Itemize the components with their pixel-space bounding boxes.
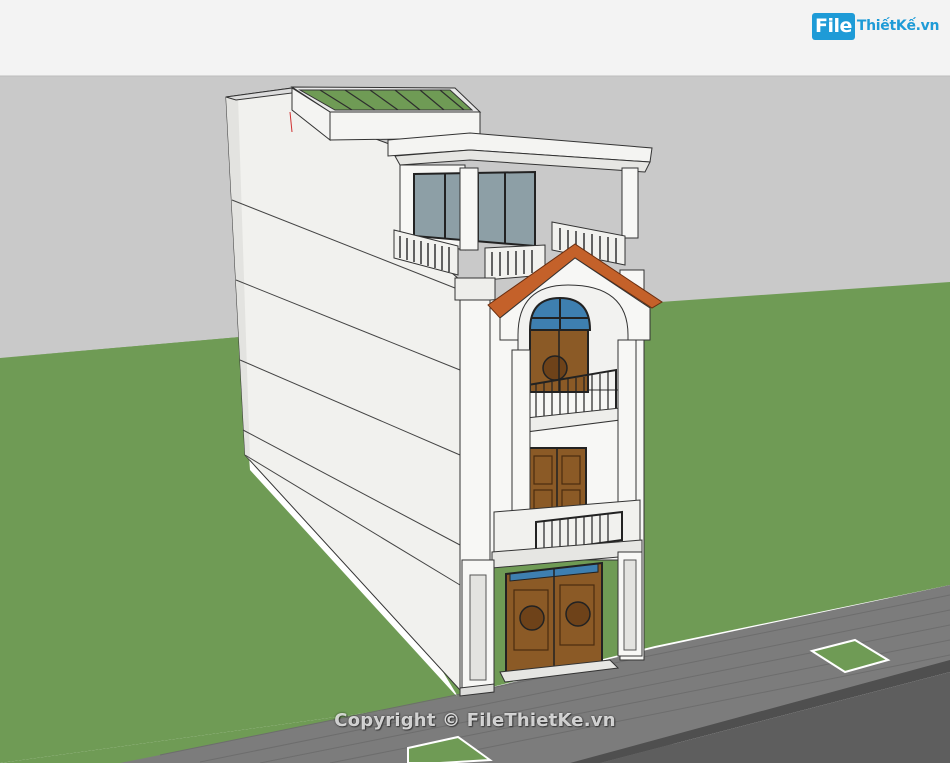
ground-pilaster-right-groove bbox=[623, 559, 637, 651]
middle-column-left bbox=[511, 349, 531, 521]
main-gate-medallion-l bbox=[519, 605, 545, 631]
sketchup-scene bbox=[0, 0, 950, 763]
middle-column-right bbox=[617, 339, 637, 506]
top-column-right bbox=[621, 167, 639, 239]
top-column-left bbox=[459, 167, 479, 251]
site-logo[interactable]: File ThiếtKế.vn bbox=[812, 10, 939, 42]
facade-pilaster-left-cap bbox=[454, 277, 496, 301]
copyright-watermark: Copyright © FileThietKe.vn bbox=[334, 710, 616, 731]
sky-band bbox=[0, 0, 950, 76]
main-gate-medallion-r bbox=[565, 601, 591, 627]
ground-pilaster-left-groove bbox=[469, 574, 487, 681]
upper-door-medallion bbox=[542, 355, 568, 381]
logo-file-mark: File bbox=[812, 12, 855, 40]
viewport[interactable]: File ThiếtKế.vn Copyright © FileThietKe.… bbox=[0, 0, 950, 763]
logo-wordmark: ThiếtKế.vn bbox=[856, 18, 940, 34]
